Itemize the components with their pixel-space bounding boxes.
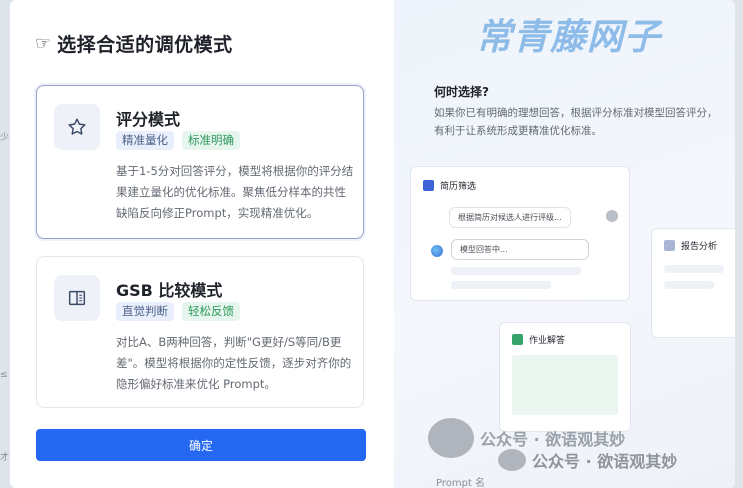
backdrop-glyph: 少 [0, 133, 10, 143]
usage-hint-pane: 常青藤网子 何时选择? 如果你已有明确的理想回答，根据评分标准对模型回答评分，有… [394, 0, 735, 488]
mode-tag: 精准量化 [116, 131, 174, 150]
report-icon [664, 240, 675, 251]
brand-watermark: 常青藤网子 [476, 17, 662, 58]
send-icon [423, 180, 434, 191]
bot-message: 模型回答中... [451, 239, 589, 260]
example-card-header: 报告分析 [664, 239, 717, 252]
mode-selection-pane: ☞ 选择合适的调优模式 评分模式 精准量化 标准明确 基于1-5分对回答评分，模… [10, 0, 394, 488]
mode-description: 基于1-5分对回答评分，模型将根据你的评分结果建立量化的优化标准。聚焦低分样本的… [116, 164, 354, 220]
dialog-header: ☞ 选择合适的调优模式 [35, 30, 233, 57]
example-card-title: 报告分析 [681, 242, 718, 252]
mode-title: 评分模式 [116, 110, 181, 129]
example-card-title: 简历筛选 [440, 182, 477, 192]
backdrop-glyph: 才 [0, 453, 10, 463]
pencil-icon [512, 334, 523, 345]
mode-tag: 轻松反馈 [182, 302, 240, 321]
example-card-resume: 简历筛选 根据简历对候选人进行评级... 模型回答中... [410, 166, 630, 301]
mode-tags: 精准量化 标准明确 [116, 131, 240, 150]
footer-watermark-text: 公众号 · 欲语观其妙 [480, 430, 626, 449]
scoring-mode-icon-box [54, 104, 100, 150]
mode-card-gsb[interactable]: GSB 比较模式 直觉判断 轻松反馈 对比A、B两种回答，判断"G更好/S等同/… [36, 256, 364, 408]
wechat-logo-icon [498, 449, 526, 471]
example-card-title: 作业解答 [529, 336, 566, 346]
footer-watermark-text: 公众号 · 欲语观其妙 [532, 452, 678, 471]
mode-description: 对比A、B两种回答，判断"G更好/S等同/B更差"。模型将根据你的定性反馈，逐步… [116, 335, 352, 391]
star-icon [68, 118, 86, 135]
hint-heading: 何时选择? [434, 85, 489, 99]
dialog-title: 选择合适的调优模式 [57, 34, 233, 56]
wechat-logo-icon [428, 418, 474, 458]
example-card-header: 作业解答 [512, 333, 565, 346]
user-avatar-icon [606, 210, 618, 222]
mode-tag: 直觉判断 [116, 302, 174, 321]
placeholder-line [451, 267, 581, 275]
placeholder-line [664, 265, 724, 273]
placeholder-line [451, 281, 551, 289]
footer-watermark: 公众号 · 欲语观其妙 [498, 448, 677, 472]
example-card-header: 简历筛选 [423, 179, 476, 192]
backdrop-glyph: ≤ [0, 370, 8, 380]
answer-preview [512, 355, 618, 415]
mode-card-scoring[interactable]: 评分模式 精准量化 标准明确 基于1-5分对回答评分，模型将根据你的评分结果建立… [36, 85, 364, 239]
compare-book-icon [68, 290, 86, 306]
gsb-mode-icon-box [54, 275, 100, 321]
mode-tag: 标准明确 [182, 131, 240, 150]
bot-avatar-icon [431, 245, 443, 257]
example-card-homework: 作业解答 [499, 322, 631, 432]
tuning-mode-dialog: ☞ 选择合适的调优模式 评分模式 精准量化 标准明确 基于1-5分对回答评分，模… [10, 0, 735, 488]
placeholder-line [664, 281, 714, 289]
mode-title: GSB 比较模式 [116, 281, 223, 300]
bottom-fragment-text: Prompt 名 [436, 478, 486, 488]
hint-description: 如果你已有明确的理想回答，根据评分标准对模型回答评分，有利于让系统形成更精准优化… [434, 107, 718, 137]
pointing-hand-icon: ☞ [35, 32, 52, 54]
mode-tags: 直觉判断 轻松反馈 [116, 302, 240, 321]
user-message: 根据简历对候选人进行评级... [449, 207, 571, 228]
example-card-report: 报告分析 [651, 228, 735, 338]
confirm-button[interactable]: 确定 [36, 429, 366, 461]
